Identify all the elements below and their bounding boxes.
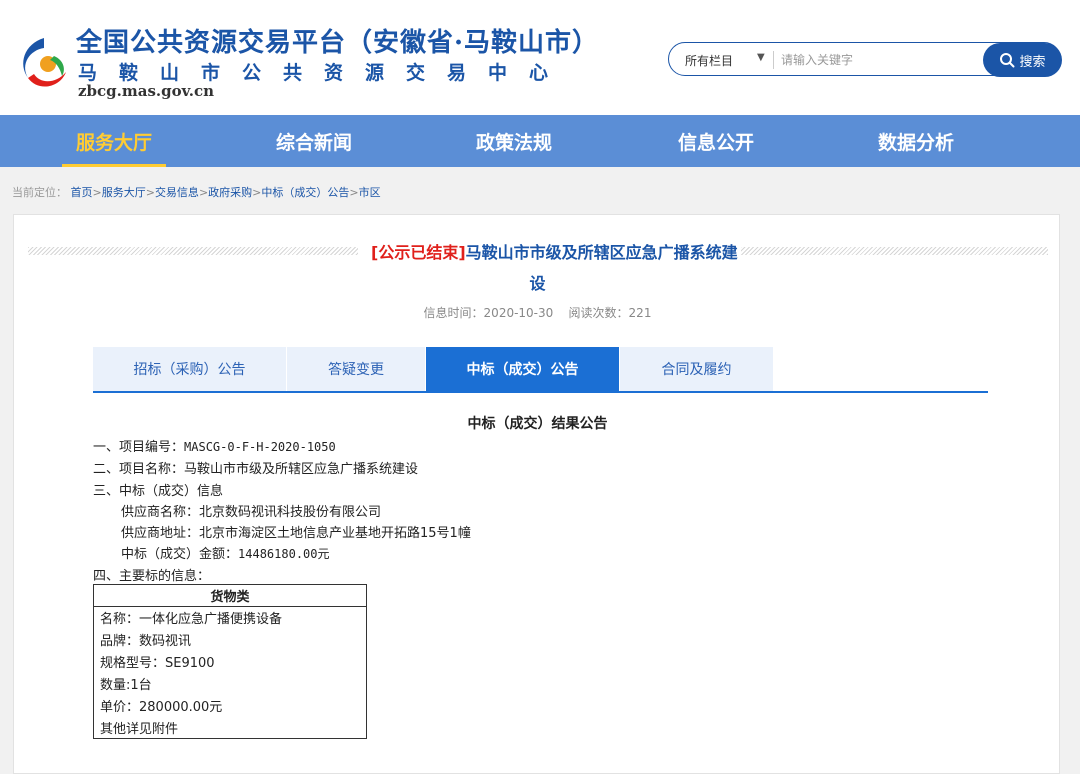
breadcrumb-separator: > [145,186,155,199]
ma-anshan-logo-icon[interactable] [14,34,70,92]
nav-item-service-hall[interactable]: 服务大厅 [62,115,166,167]
goods-quantity: 数量:1台 [93,672,367,695]
goods-table: 货物类 名称：一体化应急广播便携设备 品牌：数码视讯 规格型号：SE9100 数… [93,584,367,739]
main-subject-heading: 四、主要标的信息： [93,569,211,584]
status-tag: [公示已结束] [371,243,466,262]
goods-other: 其他详见附件 [93,716,367,739]
award-amount: 14486180.00元 [238,547,330,561]
breadcrumb-city[interactable]: 市区 [359,186,381,199]
award-info-heading: 三、中标（成交）信息 [93,484,224,499]
site-title: 全国公共资源交易平台（安徽省·马鞍山市） [76,28,600,58]
breadcrumb-service-hall[interactable]: 服务大厅 [102,186,146,199]
goods-brand: 品牌：数码视讯 [93,628,367,651]
search-button[interactable]: 搜索 [983,43,1062,77]
award-amount-label: 中标（成交）金额： [121,547,239,562]
content-panel: [公示已结束]马鞍山市市级及所辖区应急广播系统建 设 信息时间：2020-10-… [13,214,1060,774]
search-category-select[interactable]: 所有栏目 [685,52,733,69]
breadcrumb-home[interactable]: 首页 [71,186,93,199]
caret-down-icon[interactable]: ▼ [757,52,765,63]
tab-tender-notice[interactable]: 招标（采购）公告 [93,347,286,391]
goods-name: 名称：一体化应急广播便携设备 [93,606,367,629]
supplier-name-label: 供应商名称： [121,505,200,520]
search-box: 所有栏目 ▼ 搜索 [668,42,1062,77]
title-decoration-right [736,247,1048,255]
goods-table-header: 货物类 [93,584,367,607]
award-amount-line: 中标（成交）金额：14486180.00元 [121,543,330,562]
tab-award-notice[interactable]: 中标（成交）公告 [426,347,619,391]
nav-item-policy[interactable]: 政策法规 [462,115,566,167]
title-decoration-left [28,247,358,255]
project-number-label: 一、项目编号： [93,440,185,455]
project-name-label: 二、项目名称： [93,462,185,477]
breadcrumb: 当前定位： 首页>服务大厅>交易信息>政府采购>中标（成交）公告>市区 [12,184,381,200]
supplier-name-line: 供应商名称：北京数码视讯科技股份有限公司 [121,501,381,520]
main-nav: 服务大厅 综合新闻 政策法规 信息公开 数据分析 [0,115,1080,167]
goods-model: 规格型号：SE9100 [93,650,367,673]
goods-unit-price: 单价：280000.00元 [93,694,367,717]
breadcrumb-trade-info[interactable]: 交易信息 [155,186,199,199]
supplier-address-label: 供应商地址： [121,526,200,541]
search-button-label: 搜索 [1019,54,1046,70]
breadcrumb-award-notice[interactable]: 中标（成交）公告 [261,186,349,199]
project-number-line: 一、项目编号：MASCG-0-F-H-2020-1050 [93,436,336,455]
search-separator [773,51,774,69]
site-header: 全国公共资源交易平台（安徽省·马鞍山市） 马鞍山市公共资源交易中心 zbcg.m… [0,0,1080,115]
article-title-row: [公示已结束]马鞍山市市级及所辖区应急广播系统建 [28,239,1048,263]
search-input[interactable] [781,49,971,71]
article-title-continued: 设 [529,274,546,293]
tab-qa-changes[interactable]: 答疑变更 [287,347,425,391]
breadcrumb-separator: > [198,186,209,199]
notice-tabs: 招标（采购）公告 答疑变更 中标（成交）公告 合同及履约 [93,347,988,393]
article-title-main: 马鞍山市市级及所辖区应急广播系统建 [465,243,738,262]
project-name: 马鞍山市市级及所辖区应急广播系统建设 [184,462,419,477]
notice-heading: 中标（成交）结果公告 [467,416,608,432]
supplier-name: 北京数码视讯科技股份有限公司 [199,505,382,520]
supplier-address: 北京市海淀区土地信息产业基地开拓路15号1幢 [199,526,471,541]
nav-item-analytics[interactable]: 数据分析 [864,115,968,167]
nav-item-news[interactable]: 综合新闻 [262,115,366,167]
breadcrumb-separator: > [92,186,102,199]
site-url: zbcg.mas.gov.cn [78,82,215,100]
search-icon [1000,53,1015,68]
article-meta: 信息时间：2020-10-30 阅读次数：221 [423,306,652,320]
tab-contract[interactable]: 合同及履约 [620,347,773,391]
project-name-line: 二、项目名称：马鞍山市市级及所辖区应急广播系统建设 [93,458,418,477]
breadcrumb-prefix: 当前定位： [12,186,67,199]
breadcrumb-separator: > [349,186,359,199]
nav-item-disclosure[interactable]: 信息公开 [664,115,768,167]
breadcrumb-gov-procurement[interactable]: 政府采购 [208,186,252,199]
breadcrumb-separator: > [252,186,262,199]
supplier-address-line: 供应商地址：北京市海淀区土地信息产业基地开拓路15号1幢 [121,522,471,541]
article-title: [公示已结束]马鞍山市市级及所辖区应急广播系统建 [371,239,741,263]
site-subtitle: 马鞍山市公共资源交易中心 [78,62,571,84]
project-number: MASCG-0-F-H-2020-1050 [184,440,336,454]
